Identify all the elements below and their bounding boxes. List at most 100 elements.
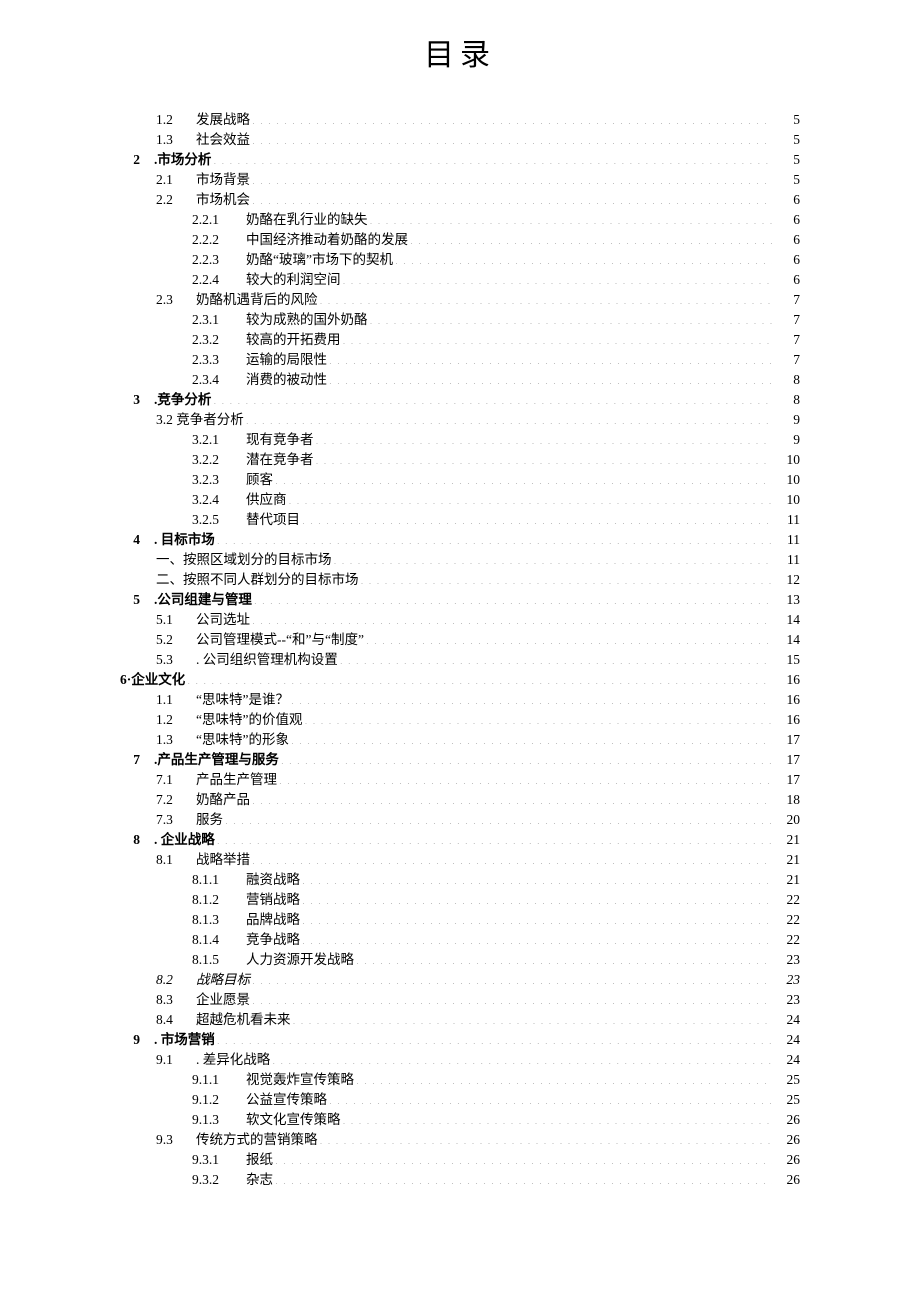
toc-leader-dots [329,351,772,365]
toc-entry-text: 产品生产管理 [196,770,277,790]
toc-leader-dots [304,711,772,725]
toc-entry-number: 8.3 [156,990,196,1010]
toc-entry-number: 3 [120,390,148,410]
toc-leader-dots [302,511,772,525]
toc-entry-text: 中国经济推动着奶酪的发展 [246,230,408,250]
toc-entry-number: 8.1.4 [192,930,246,950]
toc-entry-number: 1.3 [156,130,196,150]
toc-entry-text: 报纸 [246,1150,273,1170]
toc-entry-text: 较为成熟的国外奶酪 [246,310,368,330]
toc-entry-page: 22 [774,890,800,910]
toc-entry-page: 8 [774,370,800,390]
toc-entry-number: 2.1 [156,170,196,190]
toc-entry-text: 奶酪机遇背后的风险 [196,290,318,310]
toc-entry-number: 2.2.1 [192,210,246,230]
toc-entry-text: 社会效益 [196,130,250,150]
toc-leader-dots [370,211,773,225]
toc-entry-page: 11 [774,530,800,550]
toc-entry-text: 市场背景 [196,170,250,190]
toc-entry-number: 3.2.2 [192,450,246,470]
toc-entry: 8. 企业战略21 [120,830,800,850]
toc-entry-text: 潜在竞争者 [246,450,314,470]
toc-entry-page: 26 [774,1130,800,1150]
toc-entry-number: 3.2.5 [192,510,246,530]
toc-entry-page: 17 [774,770,800,790]
toc-entry-text: 竞争战略 [246,930,300,950]
toc-entry-page: 10 [774,450,800,470]
toc-entry-number: 5.2 [156,630,196,650]
toc-entry-page: 6 [774,270,800,290]
toc-entry: 7.1产品生产管理 17 [120,770,800,790]
toc-entry-page: 12 [774,570,800,590]
toc-entry-text: . 市场营销 [154,1030,215,1050]
toc-entry: 2.3.4消费的被动性8 [120,370,800,390]
toc-entry-number: 9.3.1 [192,1150,246,1170]
toc-entry: 2.市场分析5 [120,150,800,170]
toc-leader-dots [217,531,772,545]
toc-entry: 9.1.2公益宣传策略25 [120,1090,800,1110]
toc-leader-dots [289,491,773,505]
toc-entry-text: .公司组建与管理 [154,590,252,610]
toc-entry-text: 供应商 [246,490,287,510]
toc-entry: 8.2战略目标23 [120,970,800,990]
toc-leader-dots [329,1091,772,1105]
toc-entry-number: 2.3.4 [192,370,246,390]
toc-entry-text: “思味特”是谁？ [196,690,289,710]
toc-entry-text: . 差异化战略 [196,1050,270,1070]
toc-entry-page: 16 [774,690,800,710]
toc-entry-text: “思味特”的价值观 [196,710,302,730]
toc-entry-page: 26 [774,1110,800,1130]
toc-entry: 9.3.2杂志26 [120,1170,800,1190]
toc-entry-text: 现有竞争者 [246,430,314,450]
toc-entry-text: .竞争分析 [154,390,211,410]
toc-entry-text: 公司管理模式--“和”与“制度” [196,630,364,650]
toc-entry-page: 23 [774,990,800,1010]
toc-entry-number: 8 [120,830,148,850]
toc-entry: 7.2奶酪产品18 [120,790,800,810]
toc-entry-page: 25 [774,1070,800,1090]
toc-leader-dots [302,931,772,945]
toc-entry: 2.2.1奶酪在乳行业的缺失6 [120,210,800,230]
toc-entry: 1.3社会效益 5 [120,130,800,150]
toc-leader-dots [316,451,773,465]
toc-entry-page: 21 [774,830,800,850]
toc-entry-page: 21 [774,850,800,870]
toc-entry-number: 1.3 [156,730,196,750]
toc-entry-text: 较高的开拓费用 [246,330,341,350]
toc-entry-text: 顾客 [246,470,273,490]
toc-entry-number: 1.2 [156,110,196,130]
toc-entry-page: 16 [774,710,800,730]
toc-entry: 2.3.3运输的局限性7 [120,350,800,370]
toc-entry-page: 6 [774,230,800,250]
toc-entry-page: 15 [774,650,800,670]
toc-leader-dots [252,791,772,805]
toc-entry: 8.1.2营销战略22 [120,890,800,910]
toc-entry: 8.1.3品牌战略22 [120,910,800,930]
toc-entry-number: 9.1 [156,1050,196,1070]
toc-entry-text: 二、按照不同人群划分的目标市场 [156,570,359,590]
toc-entry-page: 21 [774,870,800,890]
toc-leader-dots [291,731,772,745]
toc-entry-number: 2.2.3 [192,250,246,270]
toc-entry: 8.1.4竞争战略22 [120,930,800,950]
toc-entry-page: 11 [774,510,800,530]
toc-entry-text: 6·企业文化 [120,670,185,690]
toc-entry-text: 3.2 竞争者分析 [156,410,244,430]
toc-leader-dots [217,831,772,845]
toc-entry-text: 融资战略 [246,870,300,890]
toc-entry-text: 战略目标 [196,970,250,990]
toc-entry: 9.3.1报纸26 [120,1150,800,1170]
toc-entry-number: 8.1.3 [192,910,246,930]
toc-entry-page: 5 [774,130,800,150]
toc-leader-dots [316,431,773,445]
toc-entry-number: 3.2.1 [192,430,246,450]
toc-entry-number: 7.1 [156,770,196,790]
toc-entry-page: 24 [774,1030,800,1050]
table-of-contents: 1.2发展战略51.3社会效益52.市场分析52.1市场背景52.2市场机会62… [120,110,800,1190]
toc-leader-dots [213,391,772,405]
toc-entry: 8.1.5人力资源开发战略23 [120,950,800,970]
toc-entry-text: “思味特”的形象 [196,730,289,750]
toc-entry-text: 营销战略 [246,890,300,910]
toc-leader-dots [252,991,772,1005]
toc-leader-dots [340,651,772,665]
